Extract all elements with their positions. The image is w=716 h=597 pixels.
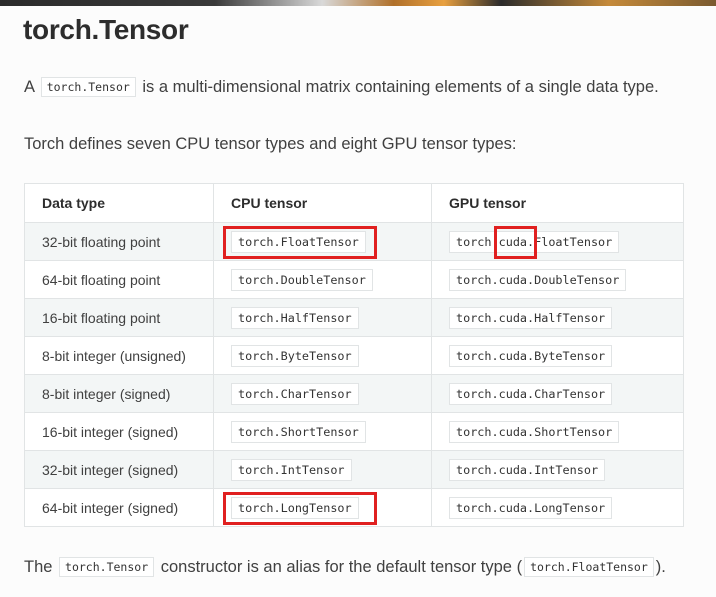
table-header-row: Data type CPU tensor GPU tensor xyxy=(24,183,684,223)
gpu-tensor-code: torch.cuda.IntTensor xyxy=(449,458,606,481)
types-paragraph: Torch defines seven CPU tensor types and… xyxy=(24,135,517,153)
highlight-box-long-tensor xyxy=(223,492,377,525)
gpu-tensor-code: torch.cuda.LongTensor xyxy=(449,496,613,519)
data-type-cell: 16-bit floating point xyxy=(24,298,214,337)
data-type-cell: 64-bit integer (signed) xyxy=(24,488,214,527)
header-gpu-tensor: GPU tensor xyxy=(431,183,684,223)
intro-paragraph: A torch.Tensor is a multi-dimensional ma… xyxy=(24,77,659,97)
gpu-tensor-code: torch.cuda.CharTensor xyxy=(449,382,613,405)
gpu-tensor-code: torch.cuda.DoubleTensor xyxy=(449,268,627,291)
intro-suffix: is a multi-dimensional matrix containing… xyxy=(142,78,659,96)
cpu-tensor-code: torch.IntTensor xyxy=(231,458,352,481)
page-title: torch.Tensor xyxy=(23,14,189,45)
footer-code-float-tensor: torch.FloatTensor xyxy=(524,557,654,577)
footer-suffix: ). xyxy=(655,558,666,576)
data-type-cell: 8-bit integer (signed) xyxy=(24,374,214,413)
data-type-cell: 32-bit integer (signed) xyxy=(24,450,214,489)
table-row: 32-bit integer (signed) torch.IntTensor … xyxy=(24,450,684,489)
footer-middle: constructor is an alias for the default … xyxy=(160,558,523,576)
highlight-box-cuda xyxy=(494,226,537,259)
data-type-cell: 32-bit floating point xyxy=(24,222,214,261)
footer-code-tensor: torch.Tensor xyxy=(59,557,155,577)
cpu-tensor-code: torch.DoubleTensor xyxy=(231,268,373,291)
data-type-cell: 16-bit integer (signed) xyxy=(24,412,214,451)
gpu-tensor-code: torch.cuda.HalfTensor xyxy=(449,306,613,329)
table-row: 16-bit integer (signed) torch.ShortTenso… xyxy=(24,412,684,451)
gpu-tensor-code: torch.cuda.ShortTensor xyxy=(449,420,620,443)
data-type-cell: 8-bit integer (unsigned) xyxy=(24,336,214,375)
intro-prefix: A xyxy=(24,78,35,96)
table-row: 8-bit integer (unsigned) torch.ByteTenso… xyxy=(24,336,684,375)
header-data-type: Data type xyxy=(24,183,214,223)
data-type-cell: 64-bit floating point xyxy=(24,260,214,299)
footer-prefix: The xyxy=(24,558,53,576)
top-banner-strip xyxy=(0,0,716,6)
cpu-tensor-code: torch.ByteTensor xyxy=(231,344,359,367)
highlight-box-float-tensor xyxy=(223,226,377,259)
cpu-tensor-code: torch.HalfTensor xyxy=(231,306,359,329)
table-row: 8-bit integer (signed) torch.CharTensor … xyxy=(24,374,684,413)
cpu-tensor-code: torch.ShortTensor xyxy=(231,420,366,443)
gpu-tensor-code: torch.cuda.ByteTensor xyxy=(449,344,613,367)
intro-code: torch.Tensor xyxy=(40,77,136,97)
header-cpu-tensor: CPU tensor xyxy=(213,183,432,223)
cpu-tensor-code: torch.CharTensor xyxy=(231,382,359,405)
footer-paragraph: The torch.Tensor constructor is an alias… xyxy=(24,557,666,577)
table-row: 16-bit floating point torch.HalfTensor t… xyxy=(24,298,684,337)
table-row: 64-bit floating point torch.DoubleTensor… xyxy=(24,260,684,299)
